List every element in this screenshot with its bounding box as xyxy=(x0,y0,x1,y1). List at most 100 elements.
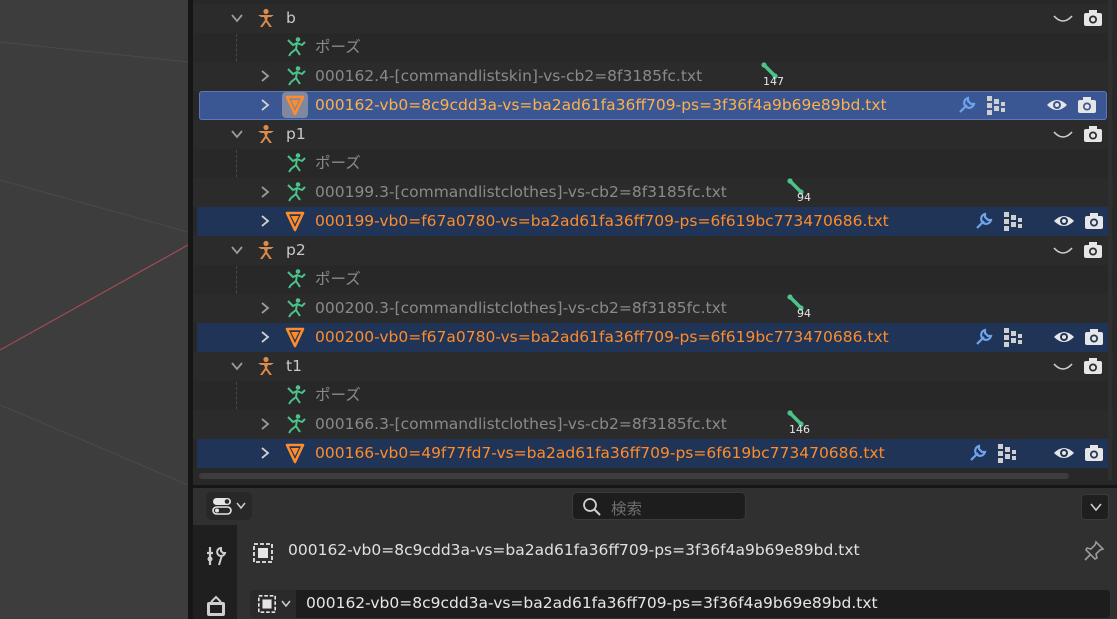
chevron-down-icon[interactable] xyxy=(230,127,244,141)
horizontal-scrollbar[interactable] xyxy=(199,473,1069,479)
chevron-right-icon[interactable] xyxy=(258,69,272,83)
child-count-badge: 94 xyxy=(797,191,811,204)
render-icon xyxy=(207,595,225,616)
chevron-right-icon[interactable] xyxy=(258,214,272,228)
outliner-row-mesh-selected[interactable]: 000200-vb0=f67a0780-vs=ba2ad61fa36ff709-… xyxy=(197,323,1109,352)
chevron-right-icon[interactable] xyxy=(258,446,272,460)
outliner-row-object[interactable]: 000200.3-[commandlistclothes]-vs-cb2=8f3… xyxy=(193,294,1113,323)
properties-header: 検索 xyxy=(193,488,1117,525)
editor-type-button[interactable] xyxy=(206,492,252,520)
camera-icon[interactable] xyxy=(1076,94,1098,116)
eye-icon[interactable] xyxy=(1053,326,1075,348)
modifier-grid-icon[interactable] xyxy=(985,94,1007,116)
pose-label: ポーズ xyxy=(315,154,361,172)
outliner-row-object[interactable]: 000166.3-[commandlistclothes]-vs-cb2=8f3… xyxy=(193,410,1113,439)
chevron-down-icon xyxy=(236,502,246,510)
child-count-badge: 146 xyxy=(789,423,810,436)
mesh-icon xyxy=(285,211,305,232)
eye-closed-icon[interactable] xyxy=(1052,356,1074,378)
modifier-grid-icon[interactable] xyxy=(1002,210,1024,232)
camera-icon[interactable] xyxy=(1083,326,1105,348)
outliner-row-pose[interactable]: ポーズ xyxy=(193,33,1113,62)
modifier-grid-icon[interactable] xyxy=(996,442,1018,464)
pose-icon xyxy=(287,37,306,57)
armature-label: b xyxy=(286,9,296,27)
chevron-down-icon[interactable] xyxy=(230,243,244,257)
mesh-icon xyxy=(285,327,305,348)
toggle-icon xyxy=(212,498,232,515)
eye-icon[interactable] xyxy=(1046,94,1068,116)
camera-icon[interactable] xyxy=(1082,123,1104,145)
pose-icon xyxy=(287,182,306,202)
wrench-icon[interactable] xyxy=(967,442,989,464)
mesh-label: 000200-vb0=f67a0780-vs=ba2ad61fa36ff709-… xyxy=(315,328,889,346)
chevron-right-icon[interactable] xyxy=(258,330,272,344)
outliner-row-pose[interactable]: ポーズ xyxy=(193,265,1113,294)
wrench-icon[interactable] xyxy=(973,210,995,232)
search-placeholder: 検索 xyxy=(611,500,643,518)
outliner-row-armature[interactable]: p1 xyxy=(193,120,1113,149)
object-label: 000166.3-[commandlistclothes]-vs-cb2=8f3… xyxy=(315,415,727,433)
pose-icon xyxy=(287,153,306,173)
object-label: 000162.4-[commandlistskin]-vs-cb2=8f3185… xyxy=(315,67,703,85)
child-count-badge: 94 xyxy=(797,307,811,320)
chevron-down-icon xyxy=(281,600,291,608)
outliner-row-mesh-selected[interactable]: 000199-vb0=f67a0780-vs=ba2ad61fa36ff709-… xyxy=(197,207,1109,236)
pin-icon[interactable] xyxy=(1083,540,1105,562)
chevron-down-icon xyxy=(1090,503,1102,512)
eye-icon[interactable] xyxy=(1053,210,1075,232)
outliner[interactable]: b ポーズ 000162.4-[commandlistskin]-vs-cb2=… xyxy=(193,0,1117,485)
eye-closed-icon[interactable] xyxy=(1052,124,1074,146)
camera-icon[interactable] xyxy=(1083,210,1105,232)
outliner-row-mesh-active[interactable]: 000162-vb0=8c9cdd3a-vs=ba2ad61fa36ff709-… xyxy=(199,91,1107,120)
properties-panel: 000162-vb0=8c9cdd3a-vs=ba2ad61fa36ff709-… xyxy=(237,525,1117,619)
data-type-dropdown[interactable] xyxy=(250,590,296,618)
camera-icon[interactable] xyxy=(1082,7,1104,29)
eye-icon[interactable] xyxy=(1053,442,1075,464)
pose-icon xyxy=(287,414,306,434)
armature-label: p1 xyxy=(286,125,306,143)
pose-icon xyxy=(287,298,306,318)
object-label: 000200.3-[commandlistclothes]-vs-cb2=8f3… xyxy=(315,299,727,317)
wrench-icon[interactable] xyxy=(956,94,978,116)
properties-tabs xyxy=(193,525,237,619)
outliner-row-armature[interactable]: t1 xyxy=(193,352,1113,381)
mesh-icon xyxy=(285,443,305,464)
chevron-right-icon[interactable] xyxy=(258,417,272,431)
wrench-icon[interactable] xyxy=(973,326,995,348)
object-label: 000199.3-[commandlistclothes]-vs-cb2=8f3… xyxy=(315,183,727,201)
tab-tool[interactable] xyxy=(197,539,233,573)
outliner-row-object[interactable]: 000199.3-[commandlistclothes]-vs-cb2=8f3… xyxy=(193,178,1113,207)
outliner-row-pose[interactable]: ポーズ xyxy=(193,149,1113,178)
outliner-row-pose[interactable]: ポーズ xyxy=(193,381,1113,410)
mesh-label: 000166-vb0=49f77fd7-vs=ba2ad61fa36ff709-… xyxy=(315,444,885,462)
search-icon xyxy=(583,498,601,516)
options-dropdown-button[interactable] xyxy=(1081,494,1109,520)
chevron-down-icon[interactable] xyxy=(230,11,244,25)
chevron-right-icon[interactable] xyxy=(258,301,272,315)
pose-icon xyxy=(287,66,306,86)
tool-icon xyxy=(207,546,227,566)
search-input[interactable]: 検索 xyxy=(572,492,746,520)
eye-closed-icon[interactable] xyxy=(1052,240,1074,262)
camera-icon[interactable] xyxy=(1082,355,1104,377)
chevron-right-icon[interactable] xyxy=(258,185,272,199)
object-data-icon xyxy=(258,595,276,613)
vertical-scrollbar[interactable] xyxy=(1108,0,1112,480)
outliner-row-mesh-selected[interactable]: 000166-vb0=49f77fd7-vs=ba2ad61fa36ff709-… xyxy=(197,439,1109,468)
pose-label: ポーズ xyxy=(315,270,361,288)
armature-icon xyxy=(258,240,274,259)
chevron-down-icon[interactable] xyxy=(230,359,244,373)
3d-viewport[interactable] xyxy=(0,0,188,619)
pose-label: ポーズ xyxy=(315,38,361,56)
object-name-field[interactable]: 000162-vb0=8c9cdd3a-vs=ba2ad61fa36ff709-… xyxy=(250,590,1110,618)
eye-closed-icon[interactable] xyxy=(1052,8,1074,30)
tab-render[interactable] xyxy=(197,589,233,619)
camera-icon[interactable] xyxy=(1082,239,1104,261)
chevron-right-icon[interactable] xyxy=(258,98,272,112)
camera-icon[interactable] xyxy=(1083,442,1105,464)
outliner-row-armature[interactable]: b xyxy=(193,4,1113,33)
modifier-grid-icon[interactable] xyxy=(1002,326,1024,348)
outliner-row-object[interactable]: 000162.4-[commandlistskin]-vs-cb2=8f3185… xyxy=(193,62,1113,91)
outliner-row-armature[interactable]: p2 xyxy=(193,236,1113,265)
